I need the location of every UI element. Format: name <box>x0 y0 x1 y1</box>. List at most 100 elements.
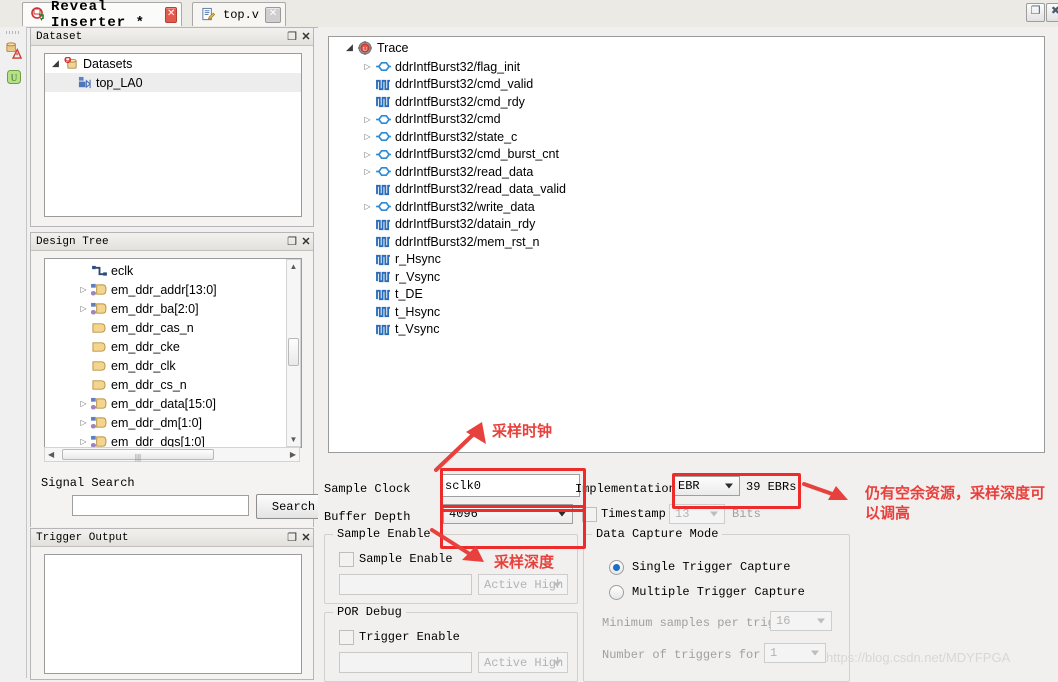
float-icon[interactable]: ❐ <box>285 235 299 249</box>
sample-enable-polarity-select[interactable]: Active High <box>478 574 568 595</box>
sample-enable-signal-input[interactable] <box>339 574 472 595</box>
chevron-down-icon[interactable] <box>553 660 561 665</box>
por-trigger-enable-checkbox[interactable] <box>339 630 354 645</box>
chevron-right-icon[interactable]: ▷ <box>361 115 374 124</box>
tree-node-label: ddrIntfBurst32/cmd <box>395 112 501 127</box>
dataset-tree[interactable]: ◢ Datasets top_LA0 <box>44 53 302 217</box>
scroll-down-icon[interactable]: ▼ <box>287 435 300 444</box>
timestamp-bits-select[interactable]: 13 <box>669 504 725 524</box>
rail-grip[interactable] <box>6 31 20 34</box>
tree-node-label: t_DE <box>395 287 423 302</box>
float-icon[interactable]: ❐ <box>285 531 299 545</box>
design-tree-list[interactable]: eclk ▷ em_ddr_addr[13:0] ▷ em_ddr_ba[2:0] em_… <box>44 258 302 448</box>
scroll-thumb[interactable] <box>288 338 299 366</box>
tree-node-signal[interactable]: ddrIntfBurst32/read_data_valid <box>329 181 1044 199</box>
tree-node-signal[interactable]: ▷ em_ddr_dm[1:0] <box>45 413 285 432</box>
scroll-left-icon[interactable]: ◀ <box>48 450 54 459</box>
close-icon[interactable]: ✕ <box>165 6 177 23</box>
tab-reveal-inserter[interactable]: Reveal Inserter * ✕ <box>22 0 182 31</box>
chevron-right-icon[interactable]: ▷ <box>77 304 90 313</box>
tree-node-signal[interactable]: ▷ em_ddr_dqs[1:0] <box>45 432 285 447</box>
por-polarity-select[interactable]: Active High <box>478 652 568 673</box>
chevron-right-icon[interactable]: ▷ <box>361 150 374 159</box>
chevron-down-icon[interactable] <box>725 483 733 489</box>
multiple-trigger-capture-label: Multiple Trigger Capture <box>632 585 805 599</box>
tree-node-signal[interactable]: em_ddr_cas_n <box>45 318 285 337</box>
tree-node-signal[interactable]: ▷ em_ddr_ba[2:0] <box>45 299 285 318</box>
trigger-output-list[interactable] <box>44 554 302 674</box>
chevron-down-icon[interactable] <box>710 511 718 517</box>
tab-top-v[interactable]: top.v ✕ <box>192 2 286 26</box>
close-icon[interactable]: ✕ <box>265 6 281 23</box>
tree-node-signal[interactable]: t_Hsync <box>329 303 1044 321</box>
timestamp-checkbox[interactable] <box>582 507 597 522</box>
chevron-down-icon[interactable] <box>558 511 566 517</box>
chevron-down-icon[interactable]: ◢ <box>49 58 62 69</box>
chevron-right-icon[interactable]: ▷ <box>77 399 90 408</box>
scroll-right-icon[interactable]: ▶ <box>290 450 296 459</box>
tree-node-signal[interactable]: ▷ em_ddr_data[15:0] <box>45 394 285 413</box>
design-tree-vscrollbar[interactable]: ▲ ▼ <box>286 259 301 447</box>
chevron-right-icon[interactable]: ▷ <box>77 418 90 427</box>
tree-node-signal[interactable]: r_Vsync <box>329 268 1044 286</box>
tree-node-signal[interactable]: t_Vsync <box>329 321 1044 339</box>
close-icon[interactable]: ✕ <box>299 30 313 44</box>
close-icon[interactable]: ✕ <box>299 235 313 249</box>
close-icon[interactable]: ✕ <box>299 531 313 545</box>
tree-node-signal[interactable]: em_ddr_cke <box>45 337 285 356</box>
tree-node-signal[interactable]: eclk <box>45 261 285 280</box>
tree-node-signal[interactable]: ddrIntfBurst32/cmd_rdy <box>329 93 1044 111</box>
sample-clock-input[interactable] <box>440 474 580 497</box>
min-samples-select[interactable]: 16 <box>770 611 832 631</box>
chevron-down-icon[interactable] <box>553 582 561 587</box>
implementation-select[interactable]: EBR <box>672 476 740 496</box>
timestamp-label: Timestamp <box>601 507 666 521</box>
chevron-down-icon[interactable] <box>817 618 825 624</box>
chevron-down-icon[interactable]: ◢ <box>343 42 356 53</box>
tree-node-signal[interactable]: ▷ ddrIntfBurst32/cmd <box>329 111 1044 129</box>
window-tab-bar: Reveal Inserter * ✕ top.v ✕ ❐ ✖ <box>0 0 1058 31</box>
tree-node-signal[interactable]: ▷ ddrIntfBurst32/read_data <box>329 163 1044 181</box>
sample-enable-checkbox[interactable] <box>339 552 354 567</box>
tree-node-label: em_ddr_cs_n <box>111 377 187 392</box>
tree-node-signal[interactable]: t_DE <box>329 286 1044 304</box>
dataset-warning-icon[interactable] <box>5 42 22 59</box>
chevron-right-icon[interactable]: ▷ <box>77 437 90 446</box>
tree-node-signal[interactable]: em_ddr_clk <box>45 356 285 375</box>
design-tree-hscrollbar[interactable]: ◀ ||| ▶ <box>44 447 300 462</box>
scroll-thumb[interactable]: ||| <box>62 449 214 462</box>
tree-node-top-la0[interactable]: top_LA0 <box>45 73 301 92</box>
multiple-trigger-capture-radio[interactable] <box>609 585 624 600</box>
tree-node-signal[interactable]: ▷ ddrIntfBurst32/cmd_burst_cnt <box>329 146 1044 164</box>
chevron-right-icon[interactable]: ▷ <box>77 285 90 294</box>
tree-node-signal[interactable]: ddrIntfBurst32/datain_rdy <box>329 216 1044 234</box>
scroll-up-icon[interactable]: ▲ <box>287 262 300 271</box>
tree-node-datasets[interactable]: ◢ Datasets <box>45 54 301 73</box>
tree-node-trace-root[interactable]: ◢ U Trace <box>329 37 1044 58</box>
close-button[interactable]: ✖ <box>1046 3 1058 22</box>
chevron-right-icon[interactable]: ▷ <box>361 167 374 176</box>
trace-icon: U <box>356 40 374 56</box>
tree-node-signal[interactable]: ▷ ddrIntfBurst32/flag_init <box>329 58 1044 76</box>
chevron-down-icon[interactable] <box>811 650 819 656</box>
svg-text:U: U <box>363 47 368 53</box>
chevron-right-icon[interactable]: ▷ <box>361 132 374 141</box>
single-trigger-capture-radio[interactable] <box>609 560 624 575</box>
num-triggers-select[interactable]: 1 <box>764 643 826 663</box>
tree-node-signal[interactable]: ddrIntfBurst32/mem_rst_n <box>329 233 1044 251</box>
por-signal-input[interactable] <box>339 652 472 673</box>
tree-node-signal[interactable]: ▷ em_ddr_addr[13:0] <box>45 280 285 299</box>
search-input[interactable] <box>72 495 249 516</box>
chevron-right-icon[interactable]: ▷ <box>361 202 374 211</box>
tree-node-signal[interactable]: ▷ ddrIntfBurst32/state_c <box>329 128 1044 146</box>
trace-green-icon[interactable]: U <box>6 69 22 85</box>
trace-tree[interactable]: ◢ U Trace ▷ ddrIntfBurst32/flag_init ddrIn… <box>328 36 1045 453</box>
buffer-depth-select[interactable]: 4096 <box>443 504 573 524</box>
tree-node-signal[interactable]: ddrIntfBurst32/cmd_valid <box>329 76 1044 94</box>
restore-button[interactable]: ❐ <box>1026 3 1045 22</box>
tree-node-signal[interactable]: em_ddr_cs_n <box>45 375 285 394</box>
chevron-right-icon[interactable]: ▷ <box>361 62 374 71</box>
tree-node-signal[interactable]: ▷ ddrIntfBurst32/write_data <box>329 198 1044 216</box>
tree-node-signal[interactable]: r_Hsync <box>329 251 1044 269</box>
float-icon[interactable]: ❐ <box>285 30 299 44</box>
